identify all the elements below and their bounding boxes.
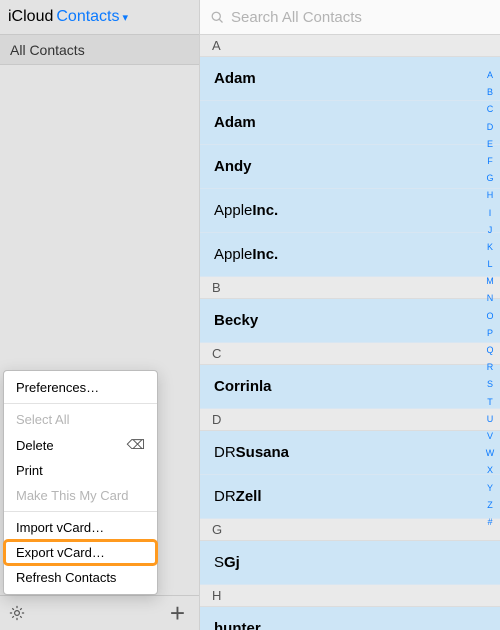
sidebar-item-all-contacts[interactable]: All Contacts [0,35,199,65]
contact-row[interactable]: hunter [200,607,500,630]
contact-list[interactable]: AAdamAdamAndyApple Inc.Apple Inc.BBeckyC… [200,35,500,630]
menu-select-all: Select All [4,407,157,432]
alpha-letter[interactable]: Y [487,483,493,493]
section-dropdown[interactable]: Contacts ▾ [56,8,128,26]
section-label: Contacts [56,8,119,25]
alpha-letter[interactable]: W [486,448,495,458]
contact-row[interactable]: S Gj [200,541,500,585]
sidebar: iCloud Contacts ▾ All Contacts Preference… [0,0,200,630]
alpha-letter[interactable]: I [489,208,492,218]
menu-print[interactable]: Print [4,458,157,483]
alpha-letter[interactable]: D [487,122,494,132]
alpha-letter[interactable]: T [487,397,493,407]
menu-preferences[interactable]: Preferences… [4,375,157,400]
alpha-letter[interactable]: J [488,225,493,235]
menu-make-my-card: Make This My Card [4,483,157,508]
section-header: B [200,277,500,299]
alpha-letter[interactable]: F [487,156,493,166]
contact-row[interactable]: Apple Inc. [200,189,500,233]
contact-row[interactable]: Corrinla [200,365,500,409]
contact-row[interactable]: Becky [200,299,500,343]
brand-label: iCloud [8,8,53,26]
menu-export-vcard[interactable]: Export vCard… [4,540,157,565]
chevron-down-icon: ▾ [123,12,129,24]
menu-separator [4,511,157,512]
app-root: iCloud Contacts ▾ All Contacts Preference… [0,0,500,630]
search-bar[interactable]: Search All Contacts [200,0,500,35]
alpha-letter[interactable]: L [487,259,492,269]
alpha-letter[interactable]: N [487,293,494,303]
alpha-letter[interactable]: C [487,104,494,114]
menu-refresh-contacts[interactable]: Refresh Contacts [4,565,157,590]
contact-row[interactable]: Apple Inc. [200,233,500,277]
section-header: C [200,343,500,365]
contact-row[interactable]: Andy [200,145,500,189]
alpha-letter[interactable]: Q [486,345,493,355]
context-menu: Preferences… Select All Delete⌫ Print Ma… [3,370,158,595]
menu-delete[interactable]: Delete⌫ [4,432,157,458]
gear-icon[interactable] [8,604,26,622]
alphabet-index[interactable]: ABCDEFGHIJKLMNOPQRSTUVWXYZ # [483,70,497,527]
section-header: A [200,35,500,57]
alpha-letter[interactable]: A [487,70,493,80]
contact-row[interactable]: DR Susana [200,431,500,475]
alpha-letter[interactable]: R [487,362,494,372]
alpha-letter[interactable]: V [487,431,493,441]
alpha-letter[interactable]: Z [487,500,493,510]
app-header: iCloud Contacts ▾ [0,0,199,35]
sidebar-toolbar: + [0,595,199,630]
section-header: D [200,409,500,431]
alpha-letter[interactable]: P [487,328,493,338]
alpha-letter[interactable]: S [487,379,493,389]
delete-icon: ⌫ [127,437,145,453]
alpha-letter[interactable]: B [487,87,493,97]
contact-row[interactable]: Adam [200,57,500,101]
menu-import-vcard[interactable]: Import vCard… [4,515,157,540]
alpha-letter[interactable]: H [487,190,494,200]
alpha-letter[interactable]: O [486,311,493,321]
section-header: G [200,519,500,541]
section-header: H [200,585,500,607]
menu-separator [4,403,157,404]
alpha-letter[interactable]: # [487,517,492,527]
add-button[interactable]: + [170,598,185,629]
search-icon [210,10,225,25]
alpha-letter[interactable]: E [487,139,493,149]
alpha-letter[interactable]: K [487,242,493,252]
alpha-letter[interactable]: G [486,173,493,183]
alpha-letter[interactable]: X [487,465,493,475]
contact-row[interactable]: Adam [200,101,500,145]
alpha-letter[interactable]: M [486,276,494,286]
search-placeholder: Search All Contacts [231,9,362,26]
contact-row[interactable]: DR Zell [200,475,500,519]
sidebar-item-label: All Contacts [10,42,85,58]
main-panel: Search All Contacts AAdamAdamAndyApple I… [200,0,500,630]
alpha-letter[interactable]: U [487,414,494,424]
